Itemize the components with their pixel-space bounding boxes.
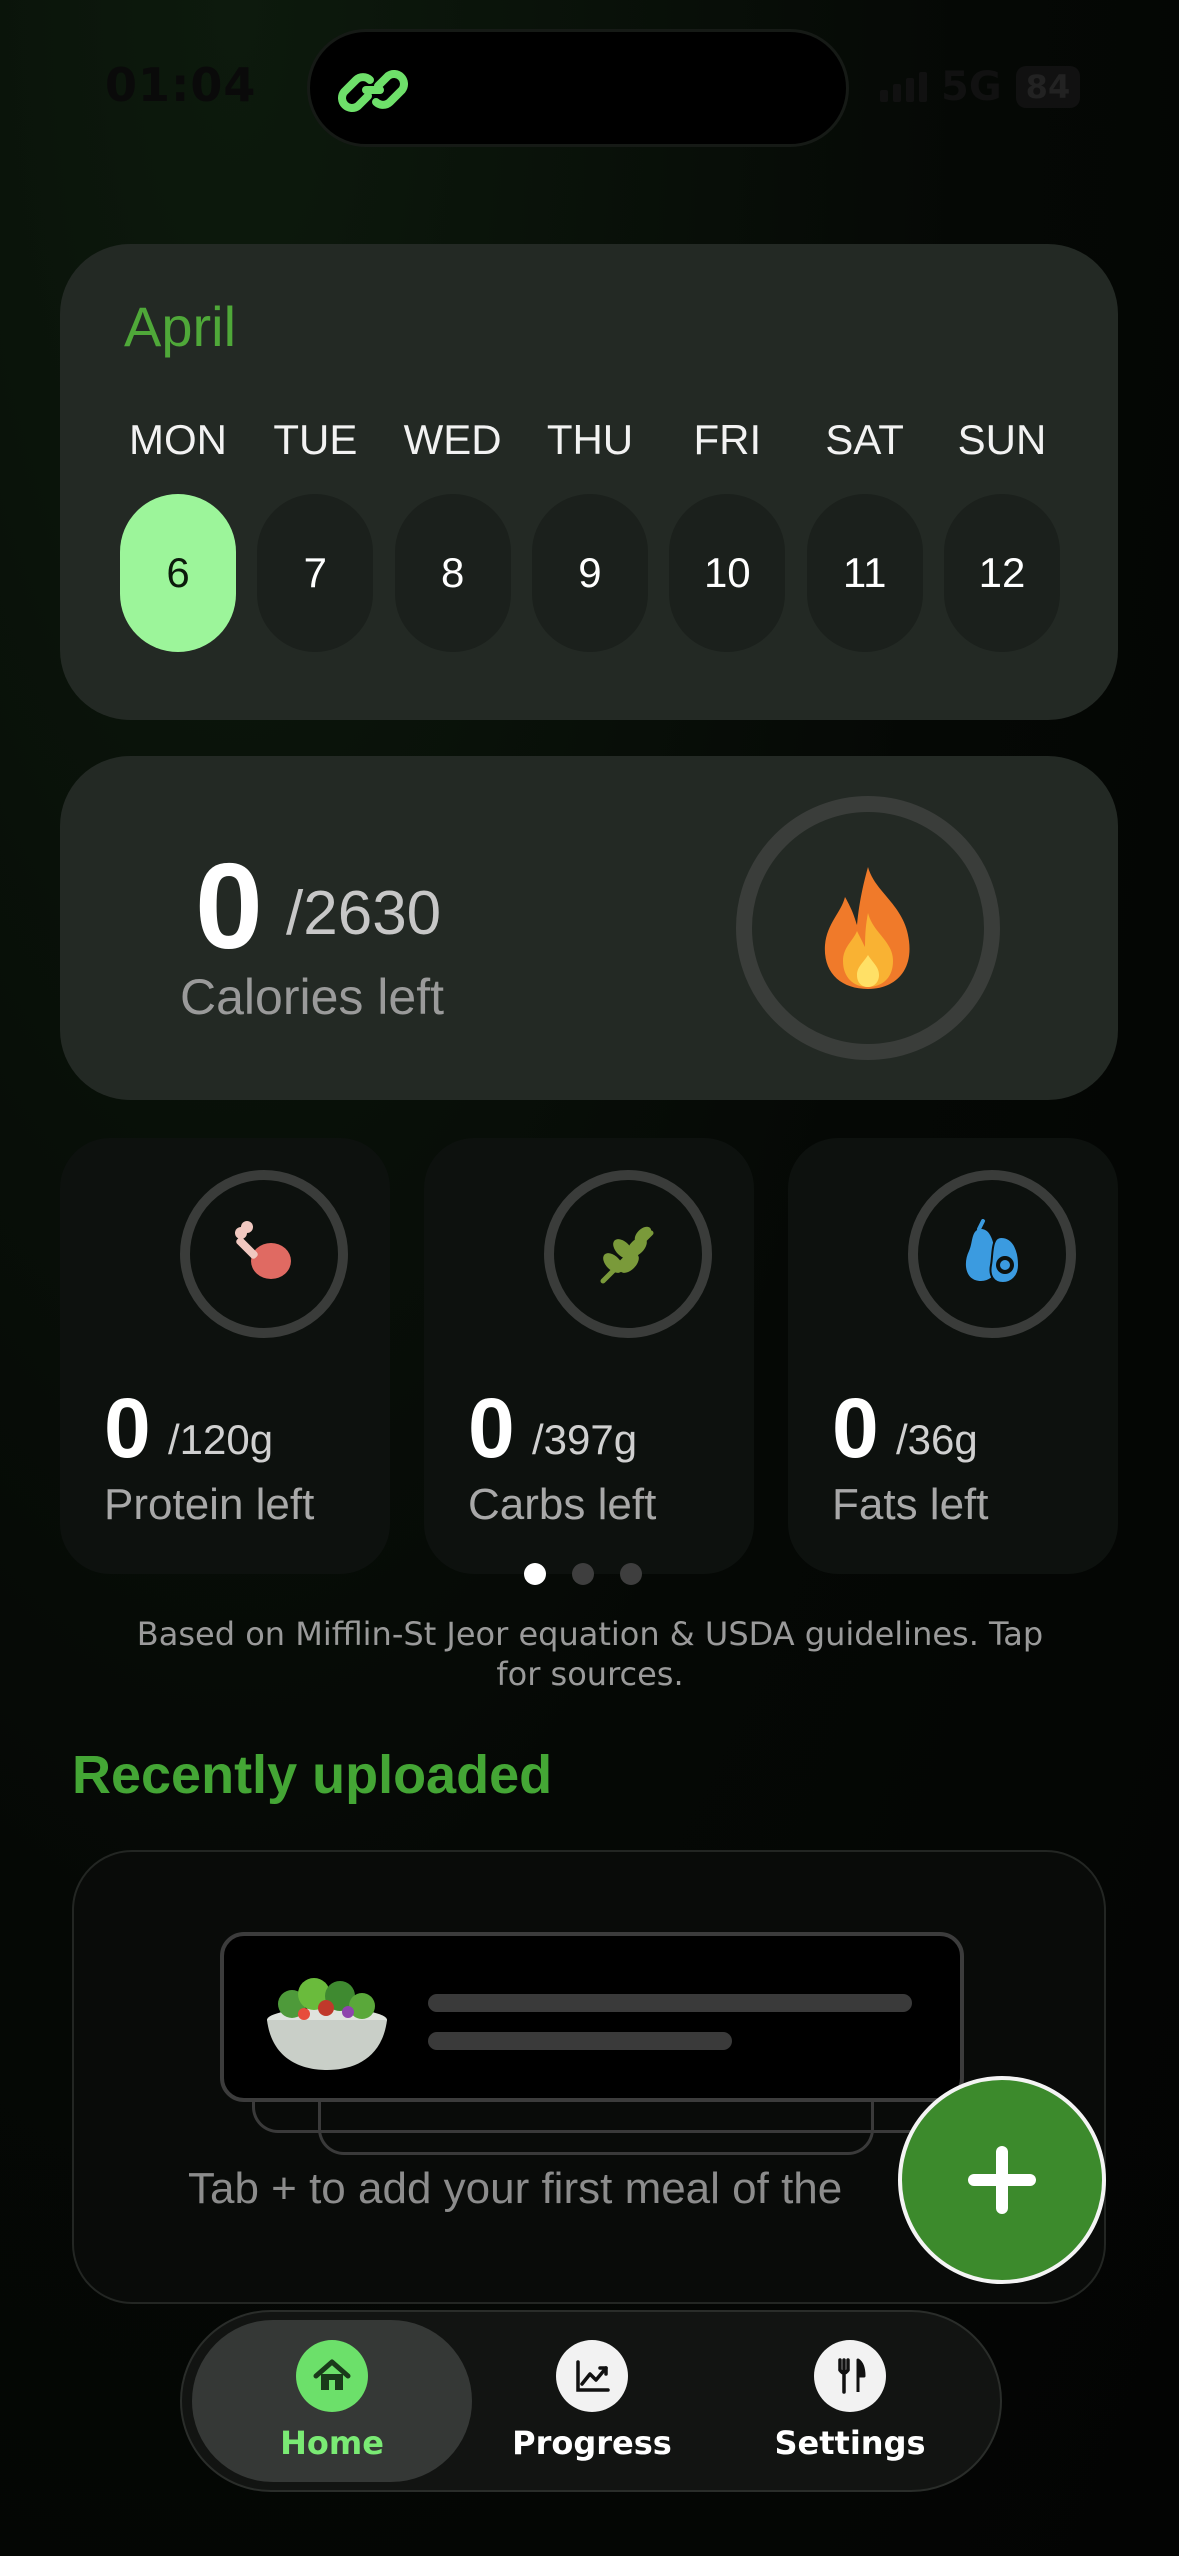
fats-label: Fats left <box>832 1480 989 1529</box>
tab-label: Home <box>280 2424 384 2462</box>
day-column[interactable]: MON 6 <box>120 416 236 652</box>
protein-value: 0 <box>104 1381 151 1475</box>
day-name: SUN <box>957 416 1047 463</box>
add-meal-button[interactable] <box>898 2076 1106 2284</box>
protein-label: Protein left <box>104 1480 315 1529</box>
day-strip: MON 6 TUE 7 WED 8 THU 9 FRI 10 SAT 11 SUN 12 <box>120 416 1060 652</box>
page-indicator[interactable] <box>524 1563 642 1585</box>
fats-total: /36g <box>896 1416 978 1463</box>
day-name: TUE <box>273 416 358 463</box>
fats-ring <box>908 1170 1076 1338</box>
tab-home[interactable]: Home <box>192 2320 472 2482</box>
calories-card[interactable]: 0 /2630 Calories left <box>60 756 1118 1100</box>
chart-icon <box>556 2340 628 2412</box>
page-dot[interactable] <box>524 1563 546 1585</box>
day-column[interactable]: FRI 10 <box>669 416 786 652</box>
protein-card[interactable]: 0 /120g Protein left <box>60 1138 390 1574</box>
section-title-recent: Recently uploaded <box>72 1745 553 1805</box>
day-column[interactable]: THU 9 <box>531 416 648 652</box>
tab-settings[interactable]: Settings <box>710 2320 990 2482</box>
carbs-label: Carbs left <box>468 1480 657 1529</box>
carbs-total: /397g <box>532 1416 638 1463</box>
tab-label: Progress <box>512 2424 672 2462</box>
day-pill[interactable]: 11 <box>806 494 923 652</box>
day-pill[interactable]: 9 <box>531 494 648 652</box>
day-pill[interactable]: 10 <box>669 494 786 652</box>
signal-icon <box>880 72 927 102</box>
carbs-card[interactable]: 0 /397g Carbs left <box>424 1138 754 1574</box>
dynamic-island <box>307 29 849 147</box>
placeholder-line <box>428 2032 732 2050</box>
page-dot[interactable] <box>572 1563 594 1585</box>
carbs-value: 0 <box>468 1381 515 1475</box>
status-time: 01:04 <box>105 58 257 112</box>
calories-value: 0 <box>195 838 263 974</box>
day-column[interactable]: SAT 11 <box>806 416 923 652</box>
tab-label: Settings <box>774 2424 926 2462</box>
salad-icon <box>267 1978 387 2070</box>
month-label: April <box>124 295 237 358</box>
link-icon <box>338 70 408 112</box>
fats-value: 0 <box>832 1381 879 1475</box>
battery-icon: 84 <box>1015 66 1081 108</box>
day-name: SAT <box>825 416 904 463</box>
wheat-icon <box>600 1226 654 1284</box>
day-pill-selected[interactable]: 6 <box>120 494 236 652</box>
day-name: MON <box>129 416 227 463</box>
day-name: FRI <box>693 416 762 463</box>
day-pill[interactable]: 7 <box>257 494 374 652</box>
carbs-ring <box>544 1170 712 1338</box>
placeholder-line <box>428 1994 912 2012</box>
sources-note[interactable]: Based on Mifflin-St Jeor equation & USDA… <box>120 1614 1060 1694</box>
day-column[interactable]: TUE 7 <box>257 416 374 652</box>
protein-ring <box>180 1170 348 1338</box>
day-pill[interactable]: 8 <box>394 494 511 652</box>
fats-card[interactable]: 0 /36g Fats left <box>788 1138 1118 1574</box>
week-calendar: April MON 6 TUE 7 WED 8 THU 9 FRI 10 SAT 11 SUN 12 <box>60 244 1118 720</box>
protein-total: /120g <box>168 1416 274 1463</box>
plus-icon <box>968 2146 1036 2214</box>
home-icon <box>296 2340 368 2412</box>
network-label: 5G <box>941 64 1002 110</box>
fork-knife-icon <box>814 2340 886 2412</box>
day-column[interactable]: SUN 12 <box>943 416 1060 652</box>
stack-shadow <box>318 2100 874 2155</box>
tab-progress[interactable]: Progress <box>452 2320 732 2482</box>
calories-total: /2630 <box>286 879 442 948</box>
status-indicators: 5G 84 <box>880 64 1081 110</box>
calories-ring <box>736 796 1000 1060</box>
empty-state-text: Tab + to add your first meal of the <box>188 2164 843 2213</box>
drumstick-icon <box>235 1221 291 1279</box>
avocado-icon <box>965 1219 1021 1285</box>
day-name: WED <box>403 416 502 463</box>
calories-label: Calories left <box>180 969 444 1025</box>
placeholder-meal-card <box>220 1932 964 2102</box>
tab-bar: Home Progress Settings <box>180 2310 1002 2492</box>
flame-icon <box>824 867 910 989</box>
day-column[interactable]: WED 8 <box>394 416 511 652</box>
day-pill[interactable]: 12 <box>943 494 1060 652</box>
page-dot[interactable] <box>620 1563 642 1585</box>
day-name: THU <box>546 416 634 463</box>
